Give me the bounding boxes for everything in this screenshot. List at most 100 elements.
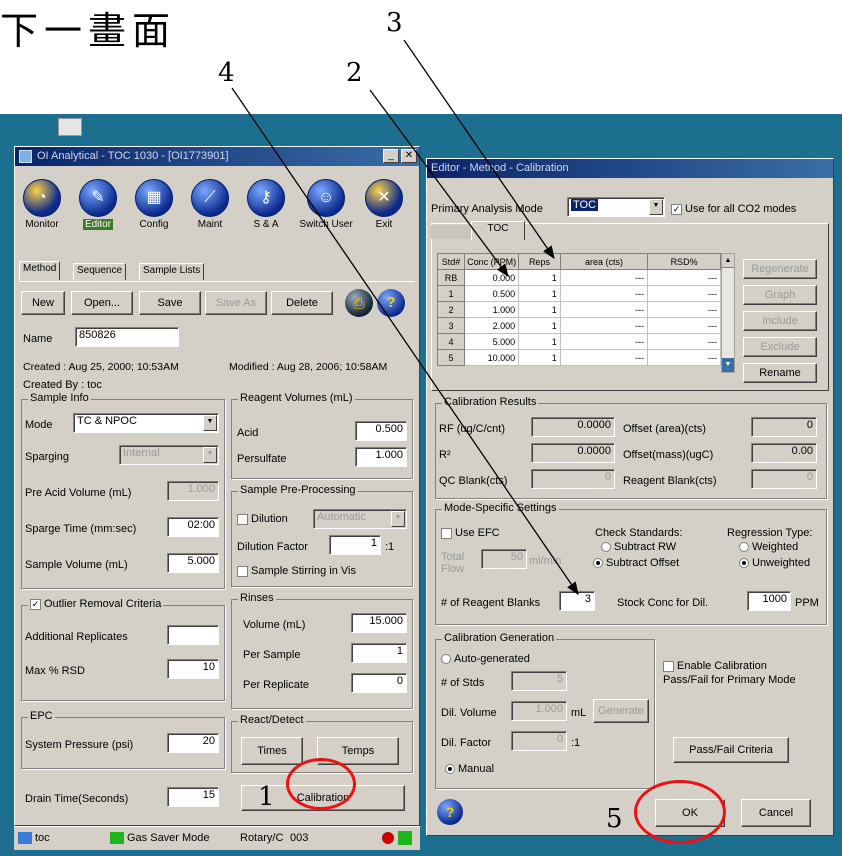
table-scrollbar[interactable]: ▲ ▼ bbox=[721, 253, 735, 373]
scroll-up-icon[interactable]: ▲ bbox=[722, 254, 734, 268]
acid-volume-input[interactable]: 0.500 bbox=[355, 421, 407, 441]
toolbar-editor-button[interactable]: ✎ Editor bbox=[73, 179, 123, 230]
tab-inactive[interactable] bbox=[431, 225, 471, 239]
subtract-rw-radio[interactable]: Subtract RW bbox=[601, 541, 676, 553]
toolbar-sa-button[interactable]: ⚷ S & A bbox=[241, 179, 291, 230]
table-row[interactable]: 2 1.000 1 --- --- bbox=[436, 301, 721, 318]
table-row[interactable]: 4 5.000 1 --- --- bbox=[436, 333, 721, 350]
col-std[interactable]: Std# bbox=[436, 253, 466, 270]
print-icon[interactable]: ⎙ bbox=[345, 289, 373, 317]
drain-time-input[interactable]: 15 bbox=[167, 787, 219, 807]
help-icon[interactable]: ? bbox=[437, 799, 463, 825]
per-sample-input[interactable]: 1 bbox=[351, 643, 407, 663]
qc-blank-value: 0 bbox=[531, 469, 615, 489]
primary-mode-select[interactable]: TOC ▼ bbox=[567, 197, 665, 217]
use-efc-checkbox[interactable]: Use EFC bbox=[441, 527, 500, 539]
total-flow-label: Total Flow bbox=[441, 551, 465, 575]
help-icon[interactable]: ? bbox=[377, 289, 405, 317]
subtract-offset-radio[interactable]: Subtract Offset bbox=[593, 557, 679, 569]
key-icon: ⚷ bbox=[247, 179, 285, 217]
delete-button[interactable]: Delete bbox=[271, 291, 333, 315]
generate-button[interactable]: Generate bbox=[593, 699, 649, 723]
sample-volume-input[interactable]: 5.000 bbox=[167, 553, 219, 573]
enable-pass-fail-checkbox[interactable]: Enable Calibration Pass/Fail for Primary… bbox=[663, 659, 803, 687]
annotation-2: 2 bbox=[346, 58, 363, 88]
save-as-button[interactable]: Save As bbox=[205, 291, 267, 315]
stirring-checkbox[interactable]: Sample Stirring in Vis bbox=[237, 565, 356, 577]
dil-factor-input[interactable]: 0 bbox=[511, 731, 567, 751]
system-pressure-input[interactable]: 20 bbox=[167, 733, 219, 753]
total-flow-input[interactable]: 50 bbox=[481, 549, 527, 569]
cancel-button[interactable]: Cancel bbox=[741, 799, 811, 827]
status-value: 003 bbox=[290, 832, 309, 844]
col-rsd[interactable]: RSD% bbox=[647, 253, 721, 270]
regenerate-button[interactable]: Regenerate bbox=[743, 259, 817, 279]
chevron-down-icon: ▼ bbox=[649, 199, 663, 215]
dilution-checkbox[interactable]: Dilution bbox=[237, 513, 288, 525]
sparging-select[interactable]: Internal ▼ bbox=[119, 445, 219, 465]
annotation-5: 5 bbox=[606, 804, 623, 834]
unweighted-radio[interactable]: Unweighted bbox=[739, 557, 810, 569]
table-row[interactable]: RB 0.000 1 --- --- bbox=[436, 269, 721, 286]
save-button[interactable]: Save bbox=[139, 291, 201, 315]
tab-sample-lists[interactable]: Sample Lists bbox=[139, 263, 205, 280]
toolbar-exit-button[interactable]: ✕ Exit bbox=[359, 179, 409, 230]
reagent-blank-label: Reagent Blank(cts) bbox=[623, 475, 717, 487]
col-area[interactable]: area (cts) bbox=[559, 253, 649, 270]
tab-toc[interactable]: TOC bbox=[471, 221, 525, 240]
rename-button[interactable]: Rename bbox=[743, 363, 817, 383]
stock-conc-input[interactable]: 1000 bbox=[747, 591, 791, 611]
times-button[interactable]: Times bbox=[241, 737, 303, 765]
col-conc[interactable]: Conc (PPM) bbox=[464, 253, 520, 270]
new-button[interactable]: New bbox=[21, 291, 65, 315]
r2-label: R² bbox=[439, 449, 451, 461]
pencil-icon: ✎ bbox=[79, 179, 117, 217]
open-button[interactable]: Open... bbox=[71, 291, 133, 315]
graph-button[interactable]: Graph bbox=[743, 285, 817, 305]
col-reps[interactable]: Reps bbox=[518, 253, 561, 270]
outlier-checkbox[interactable]: ✓ Outlier Removal Criteria bbox=[28, 598, 164, 610]
toolbar-switch-user-button[interactable]: ☺ Switch User bbox=[297, 179, 355, 230]
reagent-blanks-input[interactable]: 3 bbox=[559, 591, 595, 611]
per-replicate-input[interactable]: 0 bbox=[351, 673, 407, 693]
app-icon bbox=[19, 150, 32, 163]
scroll-down-icon[interactable]: ▼ bbox=[722, 358, 734, 372]
auto-generated-radio[interactable]: Auto-generated bbox=[441, 653, 530, 665]
weighted-radio[interactable]: Weighted bbox=[739, 541, 798, 553]
dilution-factor-input[interactable]: 1 bbox=[329, 535, 381, 555]
calibration-table[interactable]: Std# Conc (PPM) Reps area (cts) RSD% RB 0… bbox=[436, 253, 721, 366]
toolbar-maint-button[interactable]: ⟋ Maint bbox=[185, 179, 235, 230]
method-name-input[interactable]: 850826 bbox=[75, 327, 179, 347]
table-row[interactable]: 5 10.000 1 --- --- bbox=[436, 349, 721, 366]
toolbar-monitor-button[interactable]: ◔ Monitor bbox=[17, 179, 67, 230]
pre-acid-input[interactable]: 1.000 bbox=[167, 481, 219, 501]
tab-method[interactable]: Method bbox=[19, 261, 61, 280]
table-row[interactable]: 3 2.000 1 --- --- bbox=[436, 317, 721, 334]
persulfate-volume-input[interactable]: 1.000 bbox=[355, 447, 407, 467]
chevron-down-icon: ▼ bbox=[391, 511, 405, 527]
tab-sequence[interactable]: Sequence bbox=[73, 263, 127, 280]
num-stds-label: # of Stds bbox=[441, 677, 485, 689]
replicates-input[interactable] bbox=[167, 625, 219, 645]
toolbar-config-button[interactable]: ▦ Config bbox=[129, 179, 179, 230]
rinse-volume-input[interactable]: 15.000 bbox=[351, 613, 407, 633]
include-button[interactable]: Include bbox=[743, 311, 817, 331]
dilution-select[interactable]: Automatic ▼ bbox=[313, 509, 407, 529]
pass-fail-criteria-button[interactable]: Pass/Fail Criteria bbox=[673, 737, 789, 763]
offset-mass-label: Offset(mass)(ugC) bbox=[623, 449, 714, 461]
dil-volume-input[interactable]: 1.000 bbox=[511, 701, 567, 721]
table-row[interactable]: 1 0.500 1 --- --- bbox=[436, 285, 721, 302]
sparge-time-input[interactable]: 02:00 bbox=[167, 517, 219, 537]
minimize-button[interactable]: _ bbox=[383, 149, 399, 163]
qc-blank-label: QC Blank(cts) bbox=[439, 475, 508, 487]
mode-select[interactable]: TC & NPOC ▼ bbox=[73, 413, 219, 433]
status-bar: toc Gas Saver Mode Rotary/C 003 bbox=[14, 826, 420, 850]
use-for-all-checkbox[interactable]: ✓ Use for all CO2 modes bbox=[671, 203, 796, 215]
close-icon[interactable]: ✕ bbox=[401, 149, 417, 163]
manual-radio[interactable]: Manual bbox=[445, 763, 494, 775]
max-rsd-input[interactable]: 10 bbox=[167, 659, 219, 679]
num-stds-input[interactable]: 5 bbox=[511, 671, 567, 691]
grid-icon: ▦ bbox=[135, 179, 173, 217]
desktop-shortcut-icon[interactable] bbox=[58, 118, 82, 136]
exclude-button[interactable]: Exclude bbox=[743, 337, 817, 357]
